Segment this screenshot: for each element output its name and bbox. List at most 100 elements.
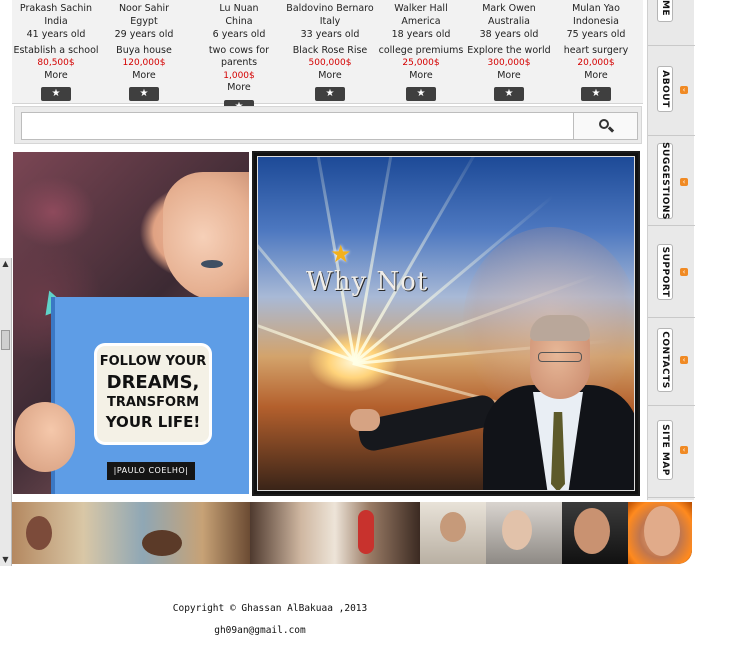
person-amount: 1,000$ xyxy=(223,70,255,81)
person-amount: 120,000$ xyxy=(122,58,166,68)
search-icon-handle xyxy=(607,126,615,133)
arrow-icon: ‹ xyxy=(680,268,688,276)
quote-line: FOLLOW YOUR xyxy=(99,354,207,369)
person-goal: Black Rose Rise xyxy=(292,44,368,56)
why-not-text: Why Not xyxy=(306,267,429,297)
person-name: Noor Sahir xyxy=(118,3,170,14)
more-link[interactable]: More xyxy=(10,70,102,83)
person-amount: 500,000$ xyxy=(308,58,352,68)
star-button[interactable]: ★ xyxy=(494,87,524,101)
person-country: Australia xyxy=(487,15,531,27)
star-button[interactable]: ★ xyxy=(581,87,611,101)
star-icon: ★ xyxy=(330,240,352,268)
photo-tile[interactable] xyxy=(250,502,420,564)
person-country: Egypt xyxy=(130,15,158,27)
nav-label: ME xyxy=(660,0,670,17)
person-card: Walker Hall America 18 years old college… xyxy=(375,0,467,104)
person-goal: Buya house xyxy=(116,44,172,56)
quote-card: FOLLOW YOUR DREAMS, TRANSFORM YOUR LIFE! xyxy=(97,346,209,442)
star-button[interactable]: ★ xyxy=(315,87,345,101)
person-name: Mulan Yao xyxy=(572,3,620,14)
dreams-banner[interactable]: FOLLOW YOUR DREAMS, TRANSFORM YOUR LIFE!… xyxy=(13,152,249,494)
arrow-icon: ‹ xyxy=(680,86,688,94)
nav-tab[interactable]: ME xyxy=(657,0,673,22)
person-age: 29 years old xyxy=(114,29,174,40)
scroll-thumb[interactable] xyxy=(1,330,10,350)
man-hair xyxy=(530,315,590,341)
nav-label: SUPPORT xyxy=(660,246,670,298)
quote-line: DREAMS, xyxy=(106,372,200,393)
copyright-text: Copyright © Ghassan AlBakuaa ,2013 xyxy=(172,603,368,614)
sky-background: ★ Why Not xyxy=(257,156,635,491)
person-country: India xyxy=(44,15,68,27)
person-age: 33 years old xyxy=(300,29,360,40)
people-strip: Prakash Sachin India 41 years old Establ… xyxy=(10,0,643,114)
person-name: Mark Owen xyxy=(482,3,536,14)
arrow-icon: ‹ xyxy=(680,356,688,364)
person-card: Lu Nuan China 6 years old two cows for p… xyxy=(193,0,285,114)
scroll-up-icon[interactable]: ▲ xyxy=(0,258,11,270)
person-age: 41 years old xyxy=(26,29,86,40)
hand xyxy=(15,402,75,472)
more-link[interactable]: More xyxy=(463,70,555,83)
more-link[interactable]: More xyxy=(375,70,467,83)
person-name: Walker Hall xyxy=(394,3,448,14)
person-age: 18 years old xyxy=(391,29,451,40)
nav-tab[interactable]: ABOUT xyxy=(657,66,673,112)
arrow-icon: ‹ xyxy=(680,178,688,186)
person-country: America xyxy=(401,15,441,27)
why-not-banner[interactable]: ★ Why Not xyxy=(252,151,640,496)
person-goal: two cows for parents xyxy=(208,44,270,69)
person-goal: heart surgery xyxy=(563,44,629,56)
person-card: Mulan Yao Indonesia 75 years old heart s… xyxy=(550,0,642,104)
person-amount: 25,000$ xyxy=(402,58,440,68)
nav-tab[interactable]: SUPPORT xyxy=(657,244,673,300)
star-button[interactable]: ★ xyxy=(129,87,159,101)
quote-line: TRANSFORM xyxy=(106,395,200,410)
search-bar xyxy=(14,106,642,144)
more-link[interactable]: More xyxy=(193,82,285,95)
nav-item-site-map[interactable]: SITE MAP ‹ xyxy=(648,406,695,498)
more-link[interactable]: More xyxy=(284,70,376,83)
person-card: Noor Sahir Egypt 29 years old Buya house… xyxy=(98,0,190,104)
person-goal: college premiums xyxy=(378,44,464,56)
search-input[interactable] xyxy=(21,112,574,140)
quote-line: YOUR LIFE! xyxy=(105,413,201,431)
more-link[interactable]: More xyxy=(98,70,190,83)
person-figure xyxy=(644,506,680,556)
star-button[interactable]: ★ xyxy=(406,87,436,101)
person-age: 6 years old xyxy=(212,29,266,40)
scroll-down-icon[interactable]: ▼ xyxy=(0,554,11,566)
nav-tab[interactable]: CONTACTS xyxy=(657,328,673,392)
nav-item-me[interactable]: ME xyxy=(648,0,695,46)
person-card: Prakash Sachin India 41 years old Establ… xyxy=(10,0,102,104)
person-country: Italy xyxy=(319,15,341,27)
email-link[interactable]: gh09an@gmail.com xyxy=(0,625,520,636)
nav-item-suggestions[interactable]: SUGGESTIONS ‹ xyxy=(648,136,695,226)
person-figure xyxy=(26,516,52,550)
person-amount: 80,500$ xyxy=(37,58,75,68)
person-card: Baldovino Bernaro Italy 33 years old Bla… xyxy=(284,0,376,104)
nav-label: CONTACTS xyxy=(660,331,670,389)
quote-author: |PAULO COELHO| xyxy=(107,462,195,480)
person-amount: 300,000$ xyxy=(487,58,531,68)
more-link[interactable]: More xyxy=(550,70,642,83)
person-country: Indonesia xyxy=(573,15,619,27)
nav-item-contacts[interactable]: CONTACTS ‹ xyxy=(648,318,695,406)
person-name: Lu Nuan xyxy=(219,3,259,14)
page-scrollbar[interactable]: ▲ ▼ xyxy=(0,258,12,566)
person-age: 75 years old xyxy=(566,29,626,40)
star-button[interactable]: ★ xyxy=(41,87,71,101)
person-age: 38 years old xyxy=(479,29,539,40)
nav-tab[interactable]: SUGGESTIONS xyxy=(657,142,673,220)
arrow-icon: ‹ xyxy=(680,446,688,454)
nav-tab[interactable]: SITE MAP xyxy=(657,420,673,480)
nav-label: SUGGESTIONS xyxy=(660,142,670,220)
man-hand xyxy=(350,409,380,431)
nav-item-support[interactable]: SUPPORT ‹ xyxy=(648,226,695,318)
nav-item-about[interactable]: ABOUT ‹ xyxy=(648,46,695,136)
person-figure xyxy=(574,508,610,554)
person-name: Prakash Sachin xyxy=(19,3,93,14)
photo-strip xyxy=(12,502,692,564)
search-button[interactable] xyxy=(574,112,638,140)
